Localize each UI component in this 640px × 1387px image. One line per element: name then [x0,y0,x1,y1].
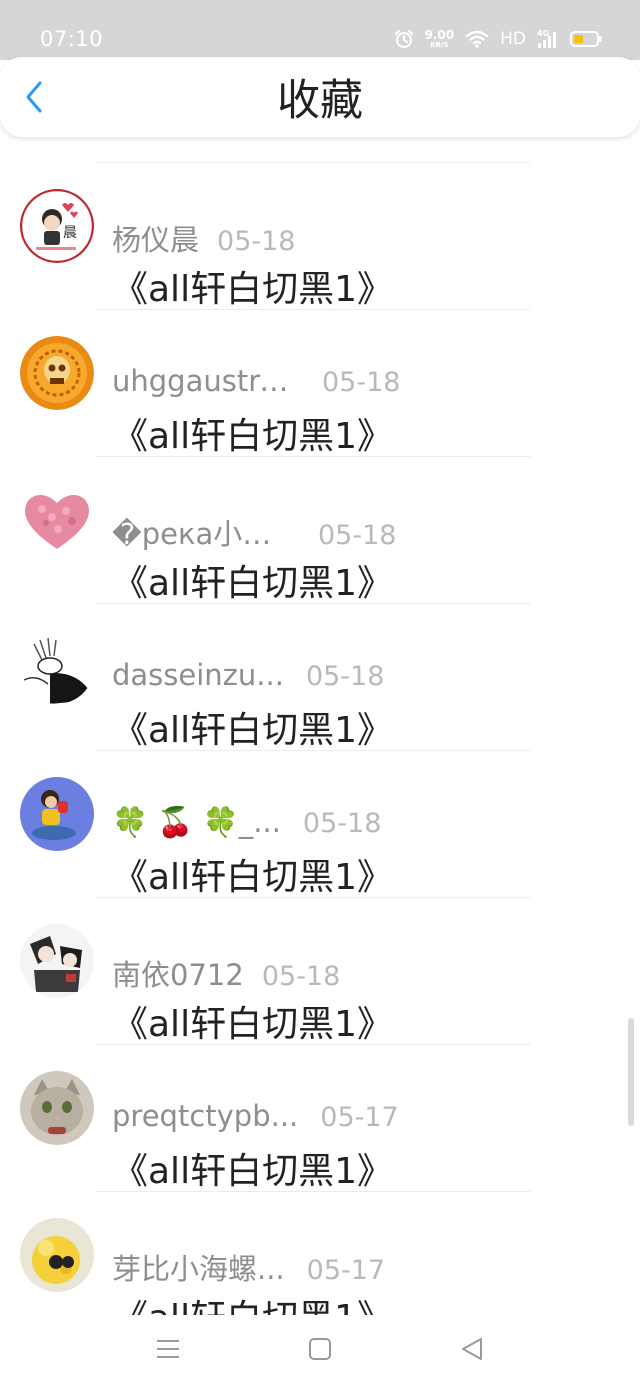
list-item[interactable]: �река小泽征尔 05-18 《all轩白切黑1》 [0,457,640,604]
list-item[interactable]: 晨 杨仪晨 05-18 《all轩白切黑1》 [0,163,640,310]
date: 05-18 [217,226,296,257]
menu-icon [157,1340,179,1358]
list-item[interactable]: 南依0712 05-18 《all轩白切黑1》 [0,898,640,1045]
item-meta: 杨仪晨 05-18 [112,217,296,257]
header: 收藏 [0,57,640,137]
username[interactable]: dasseinzu... [112,658,284,692]
list-item[interactable]: dasseinzu... 05-18 《all轩白切黑1》 [0,604,640,751]
wifi-icon [465,29,489,49]
avatar[interactable] [20,924,94,998]
date: 05-18 [261,961,341,992]
back-nav-button[interactable] [452,1333,492,1365]
list-item[interactable]: 🍀 🍒 🍀_... 05-18 《all轩白切黑1》 [0,751,640,898]
avatar[interactable] [20,1218,94,1292]
date: 05-18 [305,661,385,692]
date: 05-18 [322,367,401,398]
item-content[interactable]: 《all轩白切黑1》 [112,267,393,313]
item-meta: 南依0712 05-18 [112,952,341,992]
date: 05-18 [318,520,397,551]
favorites-list[interactable]: 晨 杨仪晨 05-18 《all轩白切黑1》 uhggaustrx... 05-… [0,137,640,1315]
hd-label: HD [500,29,526,49]
date: 05-17 [306,1255,386,1286]
signal-icon: 4G [537,28,559,50]
home-button[interactable] [300,1333,340,1365]
list-item[interactable]: 芽比小海螺... 05-17 《all轩白切黑1》 [0,1192,640,1315]
avatar[interactable] [20,777,94,851]
back-triangle-icon [462,1338,482,1360]
nav-bar [0,1315,640,1387]
net-speed-unit: KB/S [430,41,449,49]
item-meta: 🍀 🍒 🍀_... 05-18 [112,805,381,843]
item-content[interactable]: 《all轩白切黑1》 [112,1296,393,1315]
svg-text:4G: 4G [537,29,549,38]
item-meta: �река小泽征尔 05-18 [112,511,397,551]
item-meta: dasseinzu... 05-18 [112,658,384,696]
avatar[interactable] [20,336,94,410]
status-icons: 9.00 KB/S HD 4G [394,24,602,54]
username[interactable]: �река小泽征尔 [112,511,300,553]
avatar[interactable] [20,630,94,704]
battery-icon [570,30,602,48]
list-item[interactable]: uhggaustrx... 05-18 《all轩白切黑1》 [0,310,640,457]
scrollbar[interactable] [628,1018,634,1126]
menu-button[interactable] [148,1333,188,1365]
avatar[interactable] [20,1071,94,1145]
net-speed-value: 9.00 [424,28,455,42]
avatar[interactable] [20,483,94,557]
username[interactable]: 芽比小海螺... [112,1246,285,1288]
username[interactable]: preqtctypb... [112,1099,298,1133]
item-meta: preqtctypb... 05-17 [112,1099,399,1137]
status-bar: 07:10 9.00 KB/S HD 4G [0,0,640,60]
item-content[interactable]: 《all轩白切黑1》 [112,561,393,607]
status-time: 07:10 [40,27,104,51]
list-item[interactable]: preqtctypb... 05-17 《all轩白切黑1》 [0,1045,640,1192]
item-content[interactable]: 《all轩白切黑1》 [112,1149,393,1195]
username[interactable]: 杨仪晨 [112,217,199,259]
username[interactable]: 🍀 🍒 🍀_... [112,805,281,840]
date: 05-17 [320,1102,399,1133]
avatar[interactable]: 晨 [20,189,94,263]
item-meta: 芽比小海螺... 05-17 [112,1246,386,1286]
item-content[interactable]: 《all轩白切黑1》 [112,855,393,901]
home-square-icon [309,1338,331,1360]
net-speed: 9.00 KB/S [425,29,455,49]
item-content[interactable]: 《all轩白切黑1》 [112,708,393,754]
item-content[interactable]: 《all轩白切黑1》 [112,1002,393,1048]
svg-text:晨: 晨 [63,225,77,241]
date: 05-18 [302,808,382,839]
username[interactable]: 南依0712 [112,952,244,994]
username[interactable]: uhggaustrx... [112,364,300,398]
item-meta: uhggaustrx... 05-18 [112,364,400,402]
alarm-icon [394,29,414,49]
page-title: 收藏 [277,76,363,126]
item-content[interactable]: 《all轩白切黑1》 [112,414,393,460]
